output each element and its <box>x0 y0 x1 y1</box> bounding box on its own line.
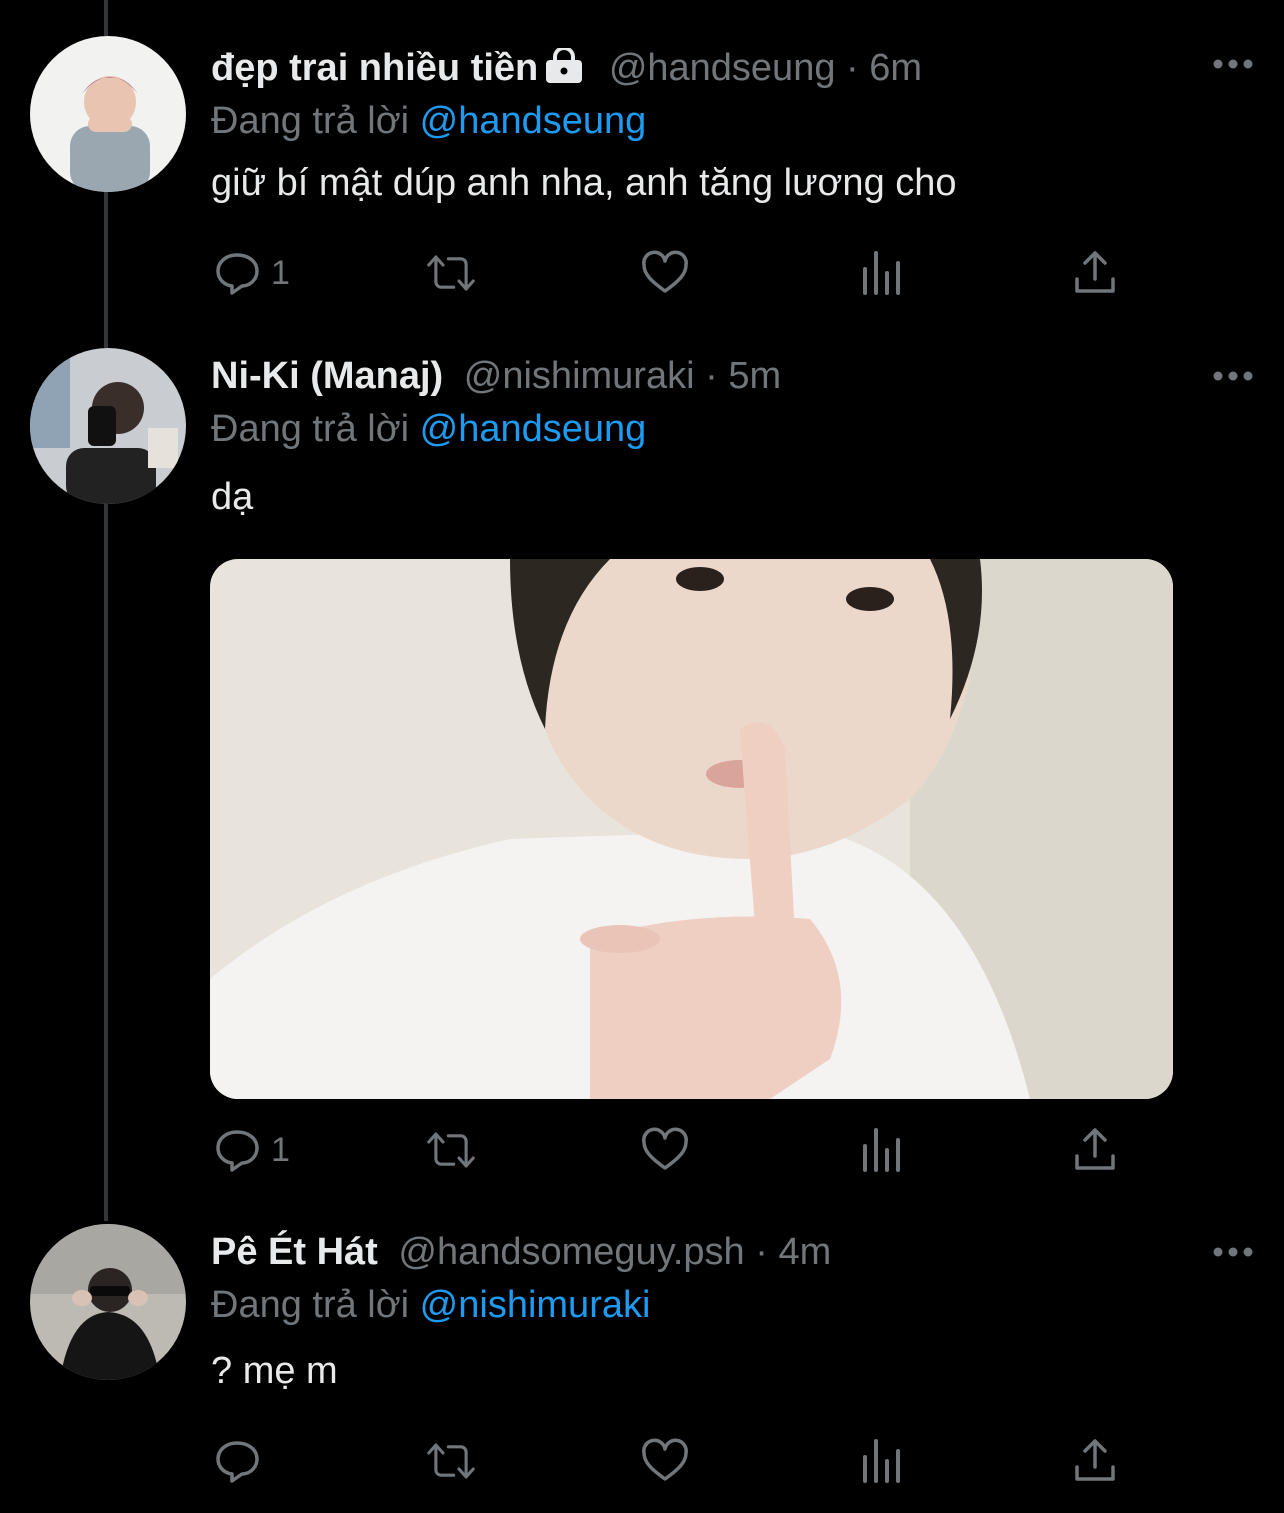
tweet-text: ? mẹ m <box>211 1350 338 1392</box>
reply-icon <box>216 1441 259 1483</box>
display-name[interactable]: Pê Ét Hát <box>211 1231 378 1273</box>
display-name[interactable]: Ni-Ki (Manaj) <box>211 355 443 397</box>
heart-icon <box>642 1127 688 1170</box>
timestamp[interactable]: 6m <box>869 47 922 89</box>
reply-count: 1 <box>271 253 290 292</box>
retweet-icon <box>427 1443 475 1479</box>
like-button[interactable] <box>641 1125 689 1175</box>
separator-dot: · <box>755 1231 779 1273</box>
reply-count: 1 <box>271 1130 290 1169</box>
retweet-button[interactable] <box>427 1125 475 1175</box>
more-options-icon[interactable] <box>1212 1242 1254 1262</box>
reply-button[interactable]: 1 <box>213 1125 290 1175</box>
handle[interactable]: @handseung <box>609 47 836 89</box>
display-name[interactable]: đẹp trai nhiều tiền <box>211 47 538 89</box>
avatar[interactable] <box>30 1224 186 1380</box>
replying-to-label: Đang trả lời <box>211 408 410 450</box>
share-icon <box>1075 251 1115 293</box>
timestamp[interactable]: 5m <box>728 355 781 397</box>
reply-button[interactable]: 1 <box>213 248 290 298</box>
media-photo[interactable] <box>210 559 1173 1099</box>
heart-icon <box>642 1438 688 1481</box>
photo-image <box>210 559 1173 1099</box>
analytics-icon <box>863 251 900 295</box>
reply-icon <box>216 1130 259 1172</box>
more-options-icon[interactable] <box>1212 366 1254 386</box>
lock-icon <box>546 48 583 83</box>
reply-mention-link[interactable]: @handseung <box>420 100 647 142</box>
retweet-button[interactable] <box>427 1436 475 1486</box>
heart-icon <box>642 250 688 293</box>
analytics-icon <box>863 1439 900 1483</box>
retweet-icon <box>427 1132 475 1168</box>
more-options-icon[interactable] <box>1212 54 1254 74</box>
share-icon <box>1075 1439 1115 1481</box>
tweet-text: giữ bí mật dúp anh nha, anh tăng lương c… <box>211 162 957 204</box>
timestamp[interactable]: 4m <box>778 1231 831 1273</box>
share-button[interactable] <box>1071 248 1119 298</box>
replying-to-label: Đang trả lời <box>211 100 410 142</box>
tweet[interactable]: đẹp trai nhiều tiền @handseung · 6m Đang… <box>0 0 1284 330</box>
tweet[interactable]: Pê Ét Hát @handsomeguy.psh · 4m Đang trả… <box>0 1210 1284 1513</box>
replying-to-label: Đang trả lời <box>211 1284 410 1326</box>
like-button[interactable] <box>641 1436 689 1486</box>
reply-mention-link[interactable]: @handseung <box>420 408 647 450</box>
avatar[interactable] <box>30 348 186 504</box>
reply-mention-link[interactable]: @nishimuraki <box>420 1284 651 1326</box>
user-avatar-icon <box>30 36 186 192</box>
retweet-button[interactable] <box>427 248 475 298</box>
reply-button[interactable] <box>213 1436 271 1486</box>
analytics-button[interactable] <box>857 1436 905 1486</box>
user-avatar-icon <box>30 348 186 504</box>
analytics-icon <box>863 1128 900 1172</box>
like-button[interactable] <box>641 248 689 298</box>
handle[interactable]: @nishimuraki <box>464 355 695 397</box>
share-button[interactable] <box>1071 1436 1119 1486</box>
separator-dot: · <box>846 47 870 89</box>
analytics-button[interactable] <box>857 1125 905 1175</box>
user-avatar-icon <box>30 1224 186 1380</box>
tweet-text: dạ <box>211 476 254 518</box>
separator-dot: · <box>705 355 729 397</box>
share-icon <box>1075 1128 1115 1170</box>
reply-icon <box>216 253 259 295</box>
retweet-icon <box>427 255 475 291</box>
analytics-button[interactable] <box>857 248 905 298</box>
avatar[interactable] <box>30 36 186 192</box>
share-button[interactable] <box>1071 1125 1119 1175</box>
handle[interactable]: @handsomeguy.psh <box>398 1231 744 1273</box>
